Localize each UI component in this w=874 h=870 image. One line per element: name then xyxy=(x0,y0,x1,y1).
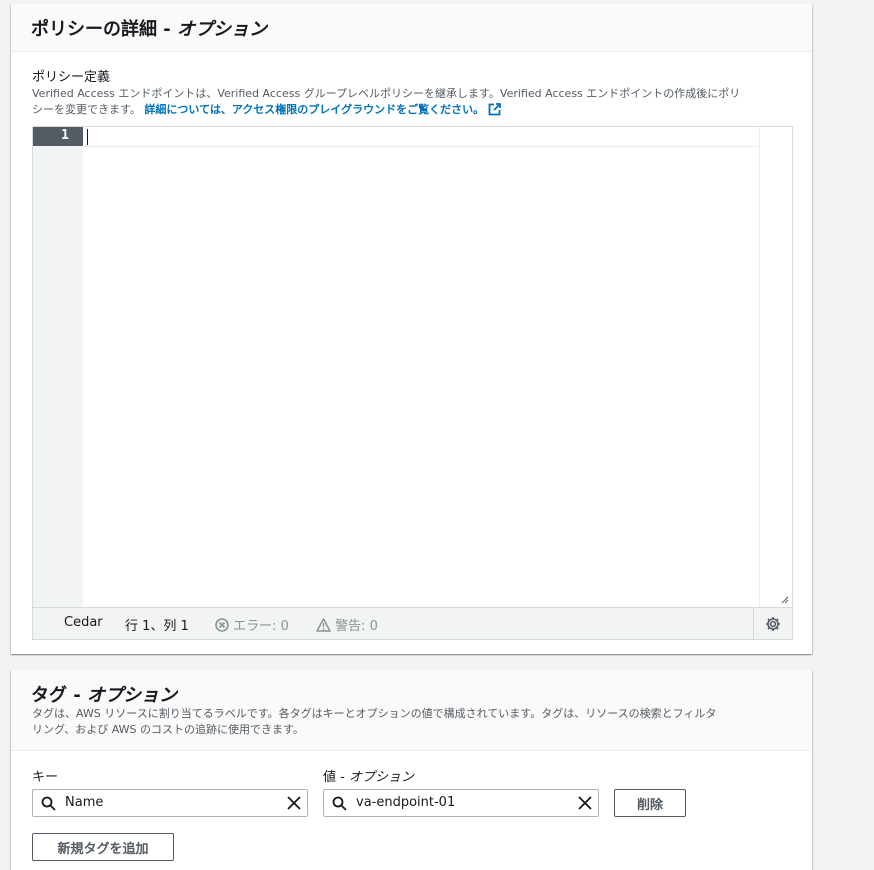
search-icon xyxy=(41,796,56,811)
tag-key-label: キー xyxy=(32,770,59,785)
editor-active-line[interactable] xyxy=(83,127,760,147)
external-link-icon xyxy=(488,103,501,116)
editor-warnings[interactable]: 警告: 0 xyxy=(316,615,378,634)
clear-icon[interactable] xyxy=(287,796,301,810)
tag-value-input[interactable]: va-endpoint-01 xyxy=(323,789,599,817)
editor-right-gutter xyxy=(759,127,792,607)
tags-description: タグは、AWS リソースに割り当てるラベルです。各タグはキーとオプションの値で構… xyxy=(32,706,792,738)
search-icon xyxy=(332,796,347,811)
policy-description-line1: Verified Access エンドポイントは、Verified Access… xyxy=(32,87,741,100)
add-new-tag-button[interactable]: 新規タグを追加 xyxy=(32,833,174,861)
editor-errors[interactable]: エラー: 0 xyxy=(215,615,289,634)
policy-description-line2: シーを変更できます。 xyxy=(32,103,141,116)
policy-definition-label: ポリシー定義 xyxy=(32,70,111,85)
settings-gear-icon xyxy=(766,616,780,631)
policy-definition-description: Verified Access エンドポイントは、Verified Access… xyxy=(32,86,792,118)
policy-panel-title: ポリシーの詳細 - オプション xyxy=(31,15,267,41)
policy-title-text: ポリシーの詳細 xyxy=(31,19,157,40)
policy-code-editor[interactable]: 1 Cedar 行 1、列 1 エラー: 0 警告: 0 xyxy=(32,126,793,640)
remove-tag-button[interactable]: 削除 xyxy=(614,789,686,817)
editor-language: Cedar xyxy=(64,615,103,630)
policy-title-optional: オプション xyxy=(177,19,268,40)
tag-value-label: 値 - オプション xyxy=(323,770,414,785)
tags-description-line1: タグは、AWS リソースに割り当てるラベルです。各タグはキーとオプションの値で構… xyxy=(32,707,717,720)
tags-description-line2: リング、および AWS のコストの追跡に使用できます。 xyxy=(32,723,304,736)
tags-title-separator: - xyxy=(67,685,88,706)
tag-value-label-optional: オプション xyxy=(348,770,414,785)
policy-title-separator: - xyxy=(157,19,178,40)
policy-details-panel: ポリシーの詳細 - オプション ポリシー定義 Verified Access エ… xyxy=(11,4,812,654)
learn-more-text: 詳細については、アクセス権限のプレイグラウンドをご覧ください。 xyxy=(144,103,485,116)
policy-panel-header: ポリシーの詳細 - オプション xyxy=(11,4,812,52)
error-icon xyxy=(215,618,229,632)
editor-cursor-position: 行 1、列 1 xyxy=(125,619,189,634)
editor-settings-button[interactable] xyxy=(753,608,792,639)
tags-title-optional: オプション xyxy=(87,685,178,706)
tags-panel-title: タグ - オプション xyxy=(31,681,177,707)
warnings-text: 警告: 0 xyxy=(335,619,378,634)
warning-icon xyxy=(316,618,331,632)
active-line-gutter: 1 xyxy=(33,127,83,146)
clear-icon[interactable] xyxy=(578,796,592,810)
policy-description-line2-wrap: シーを変更できます。 詳細については、アクセス権限のプレイグラウンドをご覧くださ… xyxy=(32,102,792,118)
resize-handle-icon[interactable] xyxy=(779,594,789,604)
errors-text: エラー: 0 xyxy=(233,619,289,634)
tag-key-input[interactable]: Name xyxy=(32,789,308,817)
tags-panel-header: タグ - オプション タグは、AWS リソースに割り当てるラベルです。各タグはキ… xyxy=(11,670,812,751)
tag-value-label-text: 値 xyxy=(323,770,337,785)
tag-value-value: va-endpoint-01 xyxy=(356,795,456,810)
editor-status-bar: Cedar 行 1、列 1 エラー: 0 警告: 0 xyxy=(33,607,792,639)
tag-key-value: Name xyxy=(65,795,104,810)
tags-panel: タグ - オプション タグは、AWS リソースに割り当てるラベルです。各タグはキ… xyxy=(11,670,812,870)
playground-learn-more-link[interactable]: 詳細については、アクセス権限のプレイグラウンドをご覧ください。 xyxy=(144,103,501,116)
editor-gutter: 1 xyxy=(33,127,83,607)
tags-title-text: タグ xyxy=(31,685,67,706)
editor-cursor xyxy=(87,129,88,145)
line-number: 1 xyxy=(61,128,69,143)
